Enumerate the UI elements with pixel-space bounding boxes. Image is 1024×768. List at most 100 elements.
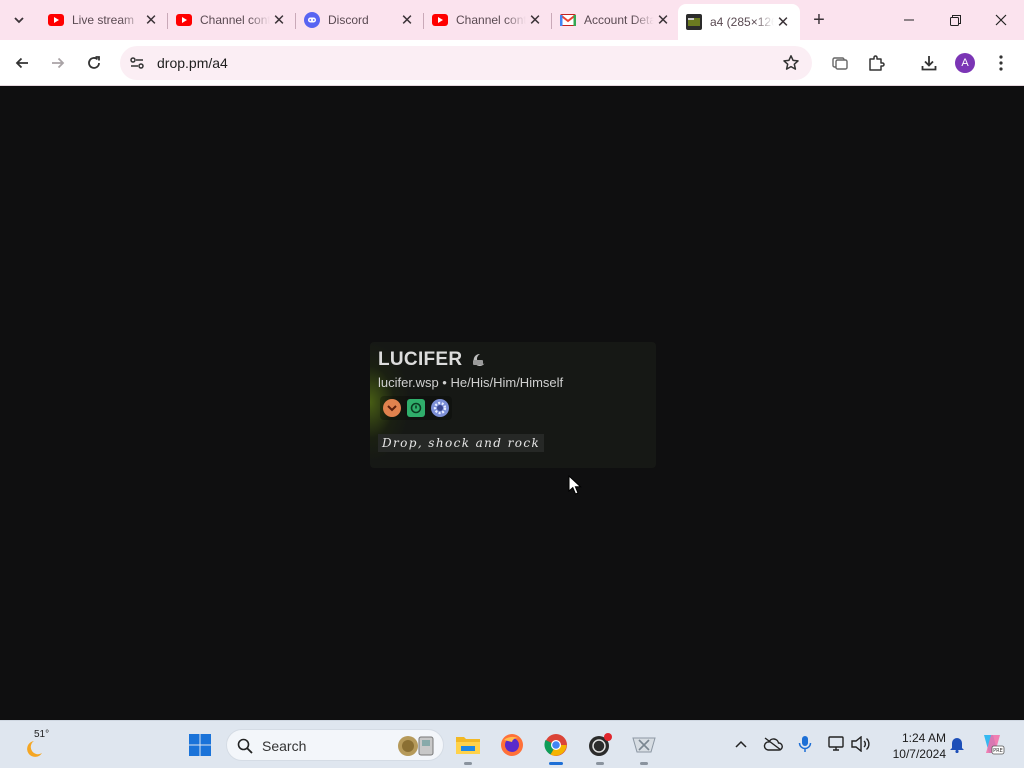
minimize-icon: [904, 19, 914, 21]
reload-button[interactable]: [78, 47, 110, 79]
close-tab-icon[interactable]: ✕: [270, 11, 288, 29]
close-tab-icon[interactable]: ✕: [526, 11, 544, 29]
address-bar[interactable]: drop.pm/a4: [120, 46, 812, 80]
onedrive-tray[interactable]: [762, 733, 784, 755]
tab-title: Discord: [328, 13, 369, 27]
restore-icon: [949, 14, 961, 26]
profile-name-row: LUCIFER: [378, 349, 486, 371]
network-tray[interactable]: [826, 733, 848, 755]
system-clock[interactable]: 1:24 AM 10/7/2024: [880, 730, 946, 762]
clock-time: 1:24 AM: [901, 731, 946, 745]
youtube-icon: [176, 12, 192, 28]
network-icon: [828, 736, 844, 751]
profile-button[interactable]: A: [949, 47, 981, 79]
youtube-icon: [48, 12, 64, 28]
tab-channel-content-2[interactable]: Channel content ✕: [424, 4, 552, 36]
volume-tray[interactable]: [850, 733, 872, 755]
search-highlight-icon: [398, 736, 434, 756]
tab-title: a4 (285×126): [710, 15, 774, 29]
plus-icon: +: [813, 8, 825, 31]
speaker-icon: [851, 736, 870, 752]
profile-motto: Drop, shock and rock: [378, 434, 545, 452]
tab-title: Channel content: [456, 13, 526, 27]
gmail-icon: [560, 12, 576, 28]
copilot-button[interactable]: PRE: [978, 730, 1006, 758]
tab-live-stream[interactable]: Live stream ✕: [40, 4, 168, 36]
minimize-button[interactable]: [886, 0, 932, 40]
copilot-icon: PRE: [984, 735, 1005, 755]
running-indicator: [640, 762, 648, 765]
new-tab-button[interactable]: +: [807, 8, 831, 32]
windows-taskbar: 51° Search 1:24 AM 10/7/2024 PRE: [0, 720, 1024, 768]
close-tab-icon[interactable]: ✕: [142, 11, 160, 29]
moon-status-icon: [473, 353, 485, 366]
profile-card-image: LUCIFER lucifer.wsp • He/His/Him/Himself…: [370, 342, 656, 468]
microphone-icon: [798, 736, 812, 752]
tab-channel-content[interactable]: Channel content ✕: [168, 4, 296, 36]
site-settings-icon[interactable]: [129, 55, 145, 76]
close-window-button[interactable]: [978, 0, 1024, 40]
search-icon: [237, 738, 253, 754]
downloads-button[interactable]: [913, 47, 945, 79]
search-label: Search: [262, 738, 307, 754]
chevron-up-icon: [735, 740, 747, 748]
folder-icon: [456, 737, 480, 754]
svg-text:PRE: PRE: [993, 748, 1003, 754]
forward-arrow-icon: [52, 57, 65, 69]
chevron-badge-icon: [383, 399, 401, 417]
tab-discord[interactable]: Discord ✕: [296, 4, 424, 36]
start-button[interactable]: [184, 729, 216, 761]
restore-button[interactable]: [932, 0, 978, 40]
file-explorer-button[interactable]: [452, 729, 484, 765]
snipping-tool-button[interactable]: [628, 729, 660, 765]
obs-icon: [589, 733, 612, 756]
tab-title: Live stream: [72, 13, 135, 27]
close-tab-icon[interactable]: ✕: [654, 11, 672, 29]
weather-temp: 51°: [34, 729, 50, 740]
firefox-button[interactable]: [496, 729, 528, 761]
show-hidden-icons-button[interactable]: [730, 733, 752, 755]
badge-row: [380, 396, 452, 420]
obs-button[interactable]: [584, 729, 616, 765]
tab-search-button[interactable]: [6, 8, 32, 32]
chrome-button[interactable]: [540, 729, 572, 765]
puzzle-icon: [869, 55, 885, 71]
media-controls-button[interactable]: [824, 47, 856, 79]
weather-widget[interactable]: 51°: [22, 729, 62, 761]
windows-logo-icon: [189, 734, 211, 756]
tab-account-details[interactable]: Account Details ✕: [552, 4, 680, 36]
forward-button[interactable]: [42, 47, 74, 79]
more-vertical-icon: [999, 55, 1003, 71]
discord-icon: [304, 12, 320, 28]
back-button[interactable]: [6, 47, 38, 79]
tab-strip: Live stream ✕ Channel content ✕ Discord …: [0, 0, 1024, 40]
bookmark-star-icon[interactable]: [782, 54, 800, 77]
youtube-icon: [432, 12, 448, 28]
url-text[interactable]: drop.pm/a4: [157, 55, 228, 71]
browser-toolbar: drop.pm/a4 A: [0, 40, 1024, 86]
taskbar-search[interactable]: Search: [226, 729, 444, 761]
close-tab-icon[interactable]: ✕: [774, 13, 792, 31]
avatar: A: [955, 53, 975, 73]
bell-icon: [950, 738, 964, 753]
moon-cloud-icon: [27, 741, 42, 757]
tab-a4-image[interactable]: a4 (285×126) ✕: [678, 4, 800, 40]
image-viewer: LUCIFER lucifer.wsp • He/His/Him/Himself…: [0, 87, 1024, 720]
chevron-down-icon: [14, 17, 24, 24]
extensions-button[interactable]: [860, 47, 892, 79]
cloud-off-icon: [763, 737, 783, 751]
microphone-tray[interactable]: [794, 733, 816, 755]
snipping-tool-icon: [632, 737, 656, 753]
browser-menu-button[interactable]: [985, 47, 1017, 79]
download-icon: [921, 56, 937, 71]
close-tab-icon[interactable]: ✕: [398, 11, 416, 29]
gear-badge-icon: [431, 399, 449, 417]
running-indicator: [596, 762, 604, 765]
back-arrow-icon: [15, 57, 28, 69]
firefox-icon: [501, 734, 523, 756]
mouse-cursor-icon: [568, 475, 582, 495]
reload-icon: [88, 56, 100, 69]
notifications-tray[interactable]: [946, 733, 968, 755]
tab-title: Account Details: [584, 13, 654, 27]
image-file-icon: [686, 14, 702, 30]
